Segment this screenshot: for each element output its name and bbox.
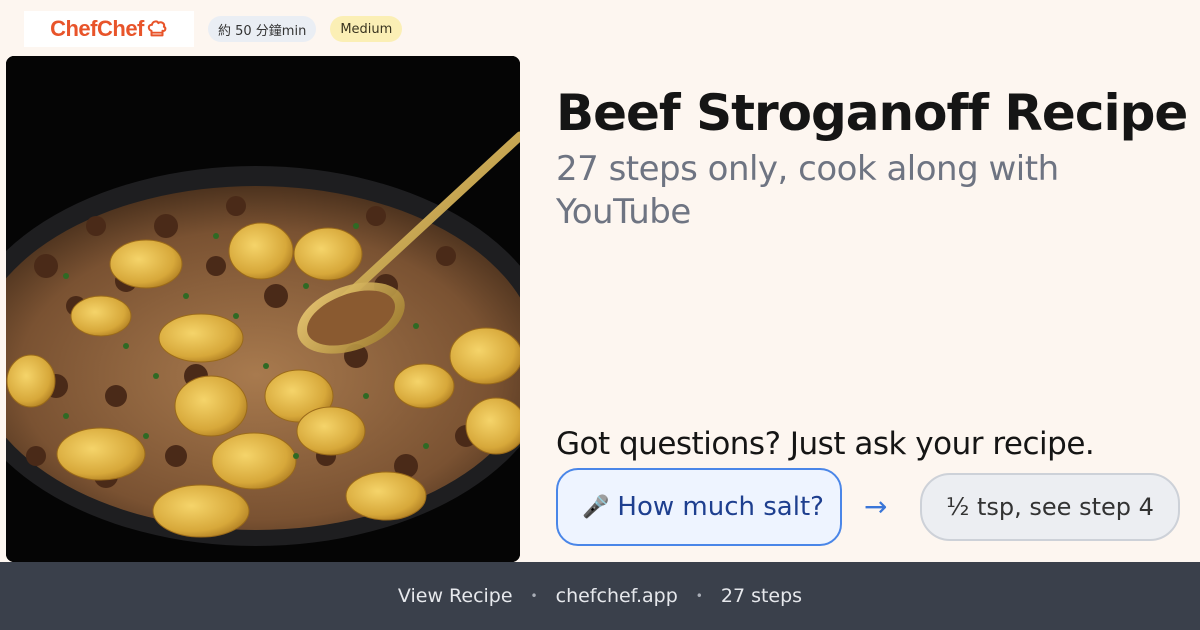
chefchef-logo[interactable]: ChefChef — [24, 11, 194, 47]
separator-dot: • — [530, 589, 538, 603]
recipe-subtitle: 27 steps only, cook along with YouTube — [556, 149, 1059, 232]
top-bar: ChefChef 約 50 分鐘min Medium — [24, 10, 403, 48]
brand-name: ChefChef — [50, 16, 144, 41]
difficulty-badge: Medium — [330, 16, 403, 42]
microphone-icon: 🎤 — [582, 494, 610, 520]
recipe-title: Beef Stroganoff Recipe — [556, 84, 1188, 142]
view-recipe-link[interactable]: View Recipe — [398, 585, 513, 607]
cook-time-badge: 約 50 分鐘min — [208, 16, 317, 42]
answer-bubble: ½ tsp, see step 4 — [920, 473, 1180, 541]
step-count: 27 steps — [720, 585, 803, 607]
footer-bar: View Recipe • chefchef.app • 27 steps — [0, 562, 1200, 630]
separator-dot: • — [695, 589, 703, 603]
chef-hat-icon — [146, 18, 168, 40]
ask-prompt: Got questions? Just ask your recipe. — [556, 426, 1095, 462]
answer-text: ½ tsp, see step 4 — [946, 493, 1154, 521]
question-bubble[interactable]: 🎤 How much salt? — [556, 468, 842, 546]
arrow-right-icon: → — [864, 490, 888, 523]
recipe-photo — [6, 56, 520, 562]
question-text: How much salt? — [617, 492, 824, 522]
site-link[interactable]: chefchef.app — [556, 585, 678, 607]
